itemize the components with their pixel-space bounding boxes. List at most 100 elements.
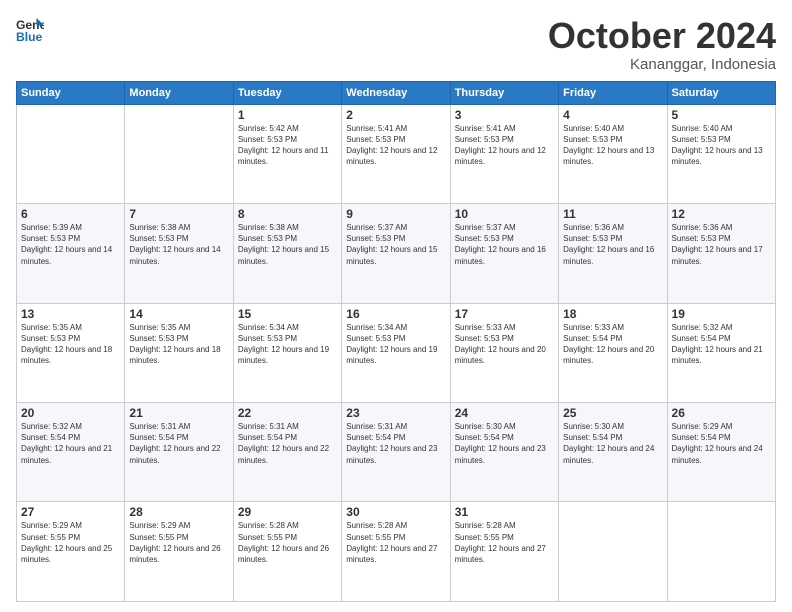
calendar-subtitle: Kananggar, Indonesia: [548, 56, 776, 73]
table-cell: 1Sunrise: 5:42 AMSunset: 5:53 PMDaylight…: [233, 104, 341, 203]
table-cell: 18Sunrise: 5:33 AMSunset: 5:54 PMDayligh…: [559, 303, 667, 402]
table-cell: 10Sunrise: 5:37 AMSunset: 5:53 PMDayligh…: [450, 204, 558, 303]
table-cell: 31Sunrise: 5:28 AMSunset: 5:55 PMDayligh…: [450, 502, 558, 602]
table-cell: [559, 502, 667, 602]
table-cell: 5Sunrise: 5:40 AMSunset: 5:53 PMDaylight…: [667, 104, 775, 203]
day-number: 31: [455, 505, 554, 519]
table-cell: 30Sunrise: 5:28 AMSunset: 5:55 PMDayligh…: [342, 502, 450, 602]
day-info: Sunrise: 5:39 AMSunset: 5:53 PMDaylight:…: [21, 222, 120, 267]
day-info: Sunrise: 5:32 AMSunset: 5:54 PMDaylight:…: [672, 322, 771, 367]
week-row-4: 20Sunrise: 5:32 AMSunset: 5:54 PMDayligh…: [17, 403, 776, 502]
day-info: Sunrise: 5:35 AMSunset: 5:53 PMDaylight:…: [21, 322, 120, 367]
table-cell: 3Sunrise: 5:41 AMSunset: 5:53 PMDaylight…: [450, 104, 558, 203]
day-number: 28: [129, 505, 228, 519]
day-info: Sunrise: 5:28 AMSunset: 5:55 PMDaylight:…: [455, 520, 554, 565]
table-cell: 20Sunrise: 5:32 AMSunset: 5:54 PMDayligh…: [17, 403, 125, 502]
col-tuesday: Tuesday: [233, 81, 341, 104]
table-cell: 13Sunrise: 5:35 AMSunset: 5:53 PMDayligh…: [17, 303, 125, 402]
table-cell: [17, 104, 125, 203]
day-info: Sunrise: 5:29 AMSunset: 5:55 PMDaylight:…: [21, 520, 120, 565]
day-number: 20: [21, 406, 120, 420]
table-cell: [667, 502, 775, 602]
col-saturday: Saturday: [667, 81, 775, 104]
day-info: Sunrise: 5:42 AMSunset: 5:53 PMDaylight:…: [238, 123, 337, 168]
day-number: 19: [672, 307, 771, 321]
day-info: Sunrise: 5:38 AMSunset: 5:53 PMDaylight:…: [238, 222, 337, 267]
day-number: 21: [129, 406, 228, 420]
header-row: Sunday Monday Tuesday Wednesday Thursday…: [17, 81, 776, 104]
day-info: Sunrise: 5:29 AMSunset: 5:54 PMDaylight:…: [672, 421, 771, 466]
table-cell: [125, 104, 233, 203]
week-row-5: 27Sunrise: 5:29 AMSunset: 5:55 PMDayligh…: [17, 502, 776, 602]
table-cell: 25Sunrise: 5:30 AMSunset: 5:54 PMDayligh…: [559, 403, 667, 502]
week-row-2: 6Sunrise: 5:39 AMSunset: 5:53 PMDaylight…: [17, 204, 776, 303]
table-cell: 6Sunrise: 5:39 AMSunset: 5:53 PMDaylight…: [17, 204, 125, 303]
day-info: Sunrise: 5:31 AMSunset: 5:54 PMDaylight:…: [238, 421, 337, 466]
col-wednesday: Wednesday: [342, 81, 450, 104]
table-cell: 16Sunrise: 5:34 AMSunset: 5:53 PMDayligh…: [342, 303, 450, 402]
day-info: Sunrise: 5:31 AMSunset: 5:54 PMDaylight:…: [129, 421, 228, 466]
table-cell: 24Sunrise: 5:30 AMSunset: 5:54 PMDayligh…: [450, 403, 558, 502]
day-info: Sunrise: 5:34 AMSunset: 5:53 PMDaylight:…: [346, 322, 445, 367]
calendar-title: October 2024: [548, 16, 776, 56]
table-cell: 15Sunrise: 5:34 AMSunset: 5:53 PMDayligh…: [233, 303, 341, 402]
day-number: 4: [563, 108, 662, 122]
table-cell: 22Sunrise: 5:31 AMSunset: 5:54 PMDayligh…: [233, 403, 341, 502]
day-info: Sunrise: 5:32 AMSunset: 5:54 PMDaylight:…: [21, 421, 120, 466]
day-number: 23: [346, 406, 445, 420]
table-cell: 8Sunrise: 5:38 AMSunset: 5:53 PMDaylight…: [233, 204, 341, 303]
day-number: 1: [238, 108, 337, 122]
day-number: 2: [346, 108, 445, 122]
day-number: 10: [455, 207, 554, 221]
table-cell: 23Sunrise: 5:31 AMSunset: 5:54 PMDayligh…: [342, 403, 450, 502]
day-number: 25: [563, 406, 662, 420]
col-friday: Friday: [559, 81, 667, 104]
table-cell: 2Sunrise: 5:41 AMSunset: 5:53 PMDaylight…: [342, 104, 450, 203]
svg-text:Blue: Blue: [16, 30, 43, 44]
table-cell: 4Sunrise: 5:40 AMSunset: 5:53 PMDaylight…: [559, 104, 667, 203]
day-info: Sunrise: 5:33 AMSunset: 5:54 PMDaylight:…: [563, 322, 662, 367]
calendar-table: Sunday Monday Tuesday Wednesday Thursday…: [16, 81, 776, 602]
col-monday: Monday: [125, 81, 233, 104]
day-number: 18: [563, 307, 662, 321]
day-info: Sunrise: 5:28 AMSunset: 5:55 PMDaylight:…: [238, 520, 337, 565]
table-cell: 7Sunrise: 5:38 AMSunset: 5:53 PMDaylight…: [125, 204, 233, 303]
day-number: 8: [238, 207, 337, 221]
day-number: 16: [346, 307, 445, 321]
day-info: Sunrise: 5:41 AMSunset: 5:53 PMDaylight:…: [346, 123, 445, 168]
table-cell: 27Sunrise: 5:29 AMSunset: 5:55 PMDayligh…: [17, 502, 125, 602]
day-info: Sunrise: 5:38 AMSunset: 5:53 PMDaylight:…: [129, 222, 228, 267]
day-number: 5: [672, 108, 771, 122]
day-number: 15: [238, 307, 337, 321]
week-row-1: 1Sunrise: 5:42 AMSunset: 5:53 PMDaylight…: [17, 104, 776, 203]
day-number: 22: [238, 406, 337, 420]
day-info: Sunrise: 5:34 AMSunset: 5:53 PMDaylight:…: [238, 322, 337, 367]
day-number: 17: [455, 307, 554, 321]
day-number: 9: [346, 207, 445, 221]
day-number: 24: [455, 406, 554, 420]
header: General Blue October 2024 Kananggar, Ind…: [16, 16, 776, 73]
day-info: Sunrise: 5:40 AMSunset: 5:53 PMDaylight:…: [672, 123, 771, 168]
day-number: 30: [346, 505, 445, 519]
day-number: 29: [238, 505, 337, 519]
day-info: Sunrise: 5:31 AMSunset: 5:54 PMDaylight:…: [346, 421, 445, 466]
week-row-3: 13Sunrise: 5:35 AMSunset: 5:53 PMDayligh…: [17, 303, 776, 402]
table-cell: 9Sunrise: 5:37 AMSunset: 5:53 PMDaylight…: [342, 204, 450, 303]
day-number: 3: [455, 108, 554, 122]
day-number: 14: [129, 307, 228, 321]
day-info: Sunrise: 5:35 AMSunset: 5:53 PMDaylight:…: [129, 322, 228, 367]
day-number: 6: [21, 207, 120, 221]
table-cell: 26Sunrise: 5:29 AMSunset: 5:54 PMDayligh…: [667, 403, 775, 502]
col-thursday: Thursday: [450, 81, 558, 104]
day-info: Sunrise: 5:36 AMSunset: 5:53 PMDaylight:…: [563, 222, 662, 267]
day-number: 27: [21, 505, 120, 519]
day-info: Sunrise: 5:40 AMSunset: 5:53 PMDaylight:…: [563, 123, 662, 168]
day-info: Sunrise: 5:30 AMSunset: 5:54 PMDaylight:…: [563, 421, 662, 466]
table-cell: 12Sunrise: 5:36 AMSunset: 5:53 PMDayligh…: [667, 204, 775, 303]
day-number: 12: [672, 207, 771, 221]
day-info: Sunrise: 5:28 AMSunset: 5:55 PMDaylight:…: [346, 520, 445, 565]
table-cell: 11Sunrise: 5:36 AMSunset: 5:53 PMDayligh…: [559, 204, 667, 303]
table-cell: 28Sunrise: 5:29 AMSunset: 5:55 PMDayligh…: [125, 502, 233, 602]
day-info: Sunrise: 5:33 AMSunset: 5:53 PMDaylight:…: [455, 322, 554, 367]
day-number: 26: [672, 406, 771, 420]
